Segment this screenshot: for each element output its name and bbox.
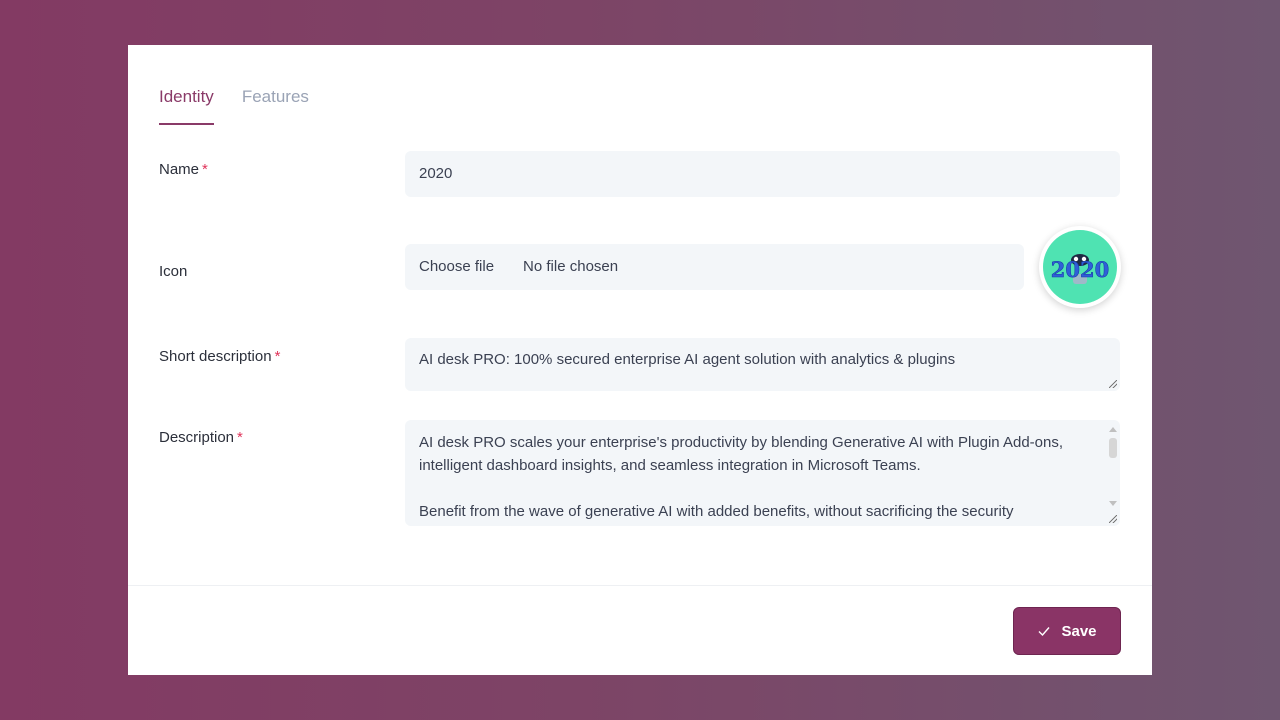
short-description-textarea[interactable]: AI desk PRO: 100% secured enterprise AI …: [405, 338, 1120, 391]
save-button-label: Save: [1061, 622, 1097, 640]
name-label: Name *: [159, 161, 208, 178]
tab-identity[interactable]: Identity: [159, 85, 214, 125]
scroll-up-icon[interactable]: [1109, 427, 1117, 432]
short-description-label-text: Short description: [159, 348, 272, 365]
icon-label: Icon: [159, 263, 188, 280]
name-label-text: Name: [159, 161, 200, 178]
description-required-mark: *: [237, 429, 243, 446]
footer-divider: [128, 585, 1152, 586]
short-description-text: AI desk PRO: 100% secured enterprise AI …: [419, 351, 956, 368]
scroll-thumb[interactable]: [1109, 438, 1117, 458]
description-label-text: Description: [159, 429, 235, 446]
resize-handle-icon[interactable]: [1109, 380, 1117, 388]
description-paragraph-2: Benefit from the wave of generative AI w…: [419, 503, 1014, 520]
short-description-label: Short description *: [159, 348, 280, 365]
form-card: Identity Features Name * 2020 Icon Choose…: [128, 45, 1152, 675]
description-label: Description *: [159, 429, 243, 446]
name-required-mark: *: [202, 161, 208, 178]
choose-file-button[interactable]: Choose file: [419, 244, 494, 290]
description-paragraph-1: AI desk PRO scales your enterprise's pro…: [419, 434, 1064, 474]
save-button[interactable]: Save: [1013, 607, 1121, 655]
checkmark-icon: [1038, 627, 1050, 637]
tab-bar: Identity Features: [159, 85, 309, 125]
icon-file-input[interactable]: Choose file No file chosen: [405, 244, 1024, 290]
file-status: No file chosen: [523, 258, 619, 275]
logo-text: 2020: [1051, 257, 1109, 282]
short-description-required-mark: *: [274, 348, 281, 365]
robot-logo-icon: 2020: [1043, 230, 1117, 304]
scroll-down-icon[interactable]: [1109, 501, 1117, 506]
resize-handle-icon[interactable]: [1109, 515, 1117, 523]
icon-preview: 2020: [1039, 226, 1121, 308]
description-textarea[interactable]: AI desk PRO scales your enterprise's pro…: [405, 420, 1120, 526]
tab-features[interactable]: Features: [242, 85, 309, 125]
name-input[interactable]: 2020: [405, 151, 1120, 197]
description-scrollbar[interactable]: [1108, 424, 1118, 520]
